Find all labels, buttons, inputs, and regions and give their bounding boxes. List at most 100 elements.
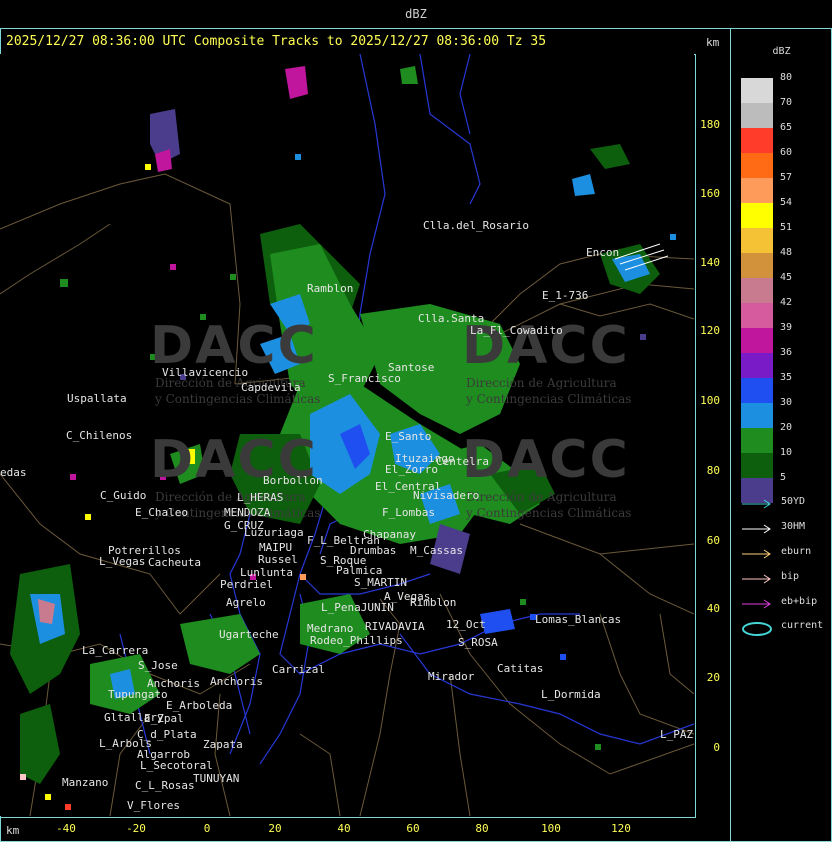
legend-swatch bbox=[741, 453, 773, 478]
legend-swatch bbox=[741, 378, 773, 403]
track-arrow-icon bbox=[742, 599, 771, 609]
y-axis: 180 160 140 120 100 80 60 40 20 0 bbox=[694, 54, 730, 816]
place-label: Anchoris bbox=[210, 675, 263, 688]
track-arrow-icon bbox=[742, 549, 771, 559]
y-tick-label: 120 bbox=[700, 324, 720, 337]
place-label: Carrizal bbox=[272, 663, 325, 676]
place-label: edas bbox=[0, 466, 27, 479]
place-label: L_Dormida bbox=[541, 688, 601, 701]
watermark-sub-4a: Dirección de Agricultura bbox=[466, 490, 617, 504]
legend-track-item: eb+bip bbox=[741, 596, 831, 612]
legend-swatch-label: 70 bbox=[780, 97, 793, 108]
place-label: S_ROSA bbox=[458, 636, 498, 649]
place-label: Rodeo_Phillips bbox=[310, 634, 403, 647]
legend-swatch-label: 36 bbox=[780, 347, 793, 358]
x-tick-label: 80 bbox=[475, 822, 489, 835]
place-label: 12_Oct bbox=[446, 618, 486, 631]
place-label: Centelra bbox=[436, 455, 489, 468]
place-label: C_Guido bbox=[100, 489, 147, 502]
place-label: S_MARTIN bbox=[354, 576, 407, 589]
place-label: Zapata bbox=[203, 738, 243, 751]
place-label: Capdevila bbox=[241, 381, 301, 394]
legend-swatch-label: 60 bbox=[780, 147, 793, 158]
place-label: Villavicencio bbox=[162, 366, 249, 379]
place-label: V_Flores bbox=[127, 799, 180, 812]
legend-swatch-label: 45 bbox=[780, 272, 793, 283]
track-arrow-icon bbox=[742, 499, 771, 509]
y-tick-label: 80 bbox=[706, 464, 720, 477]
place-label: La_Carrera bbox=[82, 644, 149, 657]
legend-swatch bbox=[741, 178, 773, 203]
place-label: MENDOZA bbox=[224, 506, 271, 519]
legend-track-item: 30HM bbox=[741, 521, 831, 537]
track-arrow-icon bbox=[742, 574, 771, 584]
legend-swatch-label: 54 bbox=[780, 197, 793, 208]
watermark-sub-1b: y Contingencias Climáticas bbox=[155, 392, 321, 406]
track-arrow-icon bbox=[742, 524, 771, 534]
legend-swatch-label: 5 bbox=[780, 472, 787, 483]
legend-swatch bbox=[741, 153, 773, 178]
x-tick-label: 120 bbox=[611, 822, 631, 835]
place-label: Clla.del_Rosario bbox=[423, 219, 529, 232]
place-label: L_PAZ bbox=[660, 728, 694, 741]
place-label: E_1-736 bbox=[542, 289, 589, 302]
x-tick-label: 40 bbox=[337, 822, 351, 835]
radar-map[interactable]: DACC DACC DACC DACC Dirección de Agricul… bbox=[0, 54, 694, 816]
legend-swatch-label: 20 bbox=[780, 422, 793, 433]
legend-swatch bbox=[741, 328, 773, 353]
legend-swatch-label: 42 bbox=[780, 297, 793, 308]
x-tick-label: 100 bbox=[541, 822, 561, 835]
watermark-sub-2a: Dirección de Agricultura bbox=[466, 376, 617, 390]
legend-swatch bbox=[741, 128, 773, 153]
legend-swatch-label: 48 bbox=[780, 247, 793, 258]
legend-swatch-label: 80 bbox=[780, 72, 793, 83]
y-tick-label: 100 bbox=[700, 394, 720, 407]
place-label: S_Jose bbox=[138, 659, 178, 672]
place-label: Santose bbox=[388, 361, 435, 374]
place-label: E_Zpal bbox=[144, 712, 184, 725]
legend: dBZ 80 70 65 60 57 54 51 48 45 42 39 36 35 30 20 10 5 50… bbox=[731, 28, 832, 842]
place-label: Ramblon bbox=[307, 282, 354, 295]
legend-track-label: eb+bip bbox=[781, 596, 818, 607]
legend-track-item: eburn bbox=[741, 546, 831, 562]
legend-swatch bbox=[741, 103, 773, 128]
legend-track-item: bip bbox=[741, 571, 831, 587]
place-label: Uspallata bbox=[67, 392, 127, 405]
x-tick-label: -40 bbox=[56, 822, 76, 835]
place-label: L_HERAS bbox=[237, 491, 284, 504]
legend-swatch-label: 65 bbox=[780, 122, 793, 133]
place-label: Anchoris bbox=[147, 677, 200, 690]
place-label: Luzuriaga bbox=[244, 526, 304, 539]
place-label: E_Santo bbox=[385, 430, 432, 443]
place-label: L_Secotoral bbox=[140, 759, 213, 772]
place-label: L_Vegas bbox=[99, 555, 146, 568]
legend-swatch bbox=[741, 253, 773, 278]
place-label: Russel bbox=[258, 553, 298, 566]
legend-swatch-label: 35 bbox=[780, 372, 793, 383]
y-tick-label: 60 bbox=[706, 534, 720, 547]
legend-swatch-label: 10 bbox=[780, 447, 793, 458]
legend-swatch-label: 57 bbox=[780, 172, 793, 183]
y-tick-label: 40 bbox=[706, 602, 720, 615]
legend-swatch bbox=[741, 403, 773, 428]
place-label: Nivisadero bbox=[413, 489, 480, 502]
place-label: C_L_Rosas bbox=[135, 779, 195, 792]
x-tick-label: -20 bbox=[126, 822, 146, 835]
place-label: La_Fl_Cowadito bbox=[470, 324, 563, 337]
x-tick-label: 60 bbox=[406, 822, 420, 835]
legend-swatch bbox=[741, 303, 773, 328]
legend-track-label: eburn bbox=[781, 546, 812, 557]
place-label: El_Zorro bbox=[385, 463, 438, 476]
place-label: TUNUYAN bbox=[193, 772, 240, 785]
place-label: M_Cassas bbox=[410, 544, 463, 557]
y-tick-label: 160 bbox=[700, 187, 720, 200]
legend-swatch-label: 30 bbox=[780, 397, 793, 408]
place-label: Borbollon bbox=[263, 474, 323, 487]
x-tick-label: 0 bbox=[203, 822, 211, 835]
legend-swatch-label: 39 bbox=[780, 322, 793, 333]
legend-swatch bbox=[741, 228, 773, 253]
y-tick-label: 20 bbox=[706, 671, 720, 684]
legend-swatch bbox=[741, 278, 773, 303]
legend-swatch-label: 51 bbox=[780, 222, 793, 233]
place-label: Catitas bbox=[497, 662, 544, 675]
